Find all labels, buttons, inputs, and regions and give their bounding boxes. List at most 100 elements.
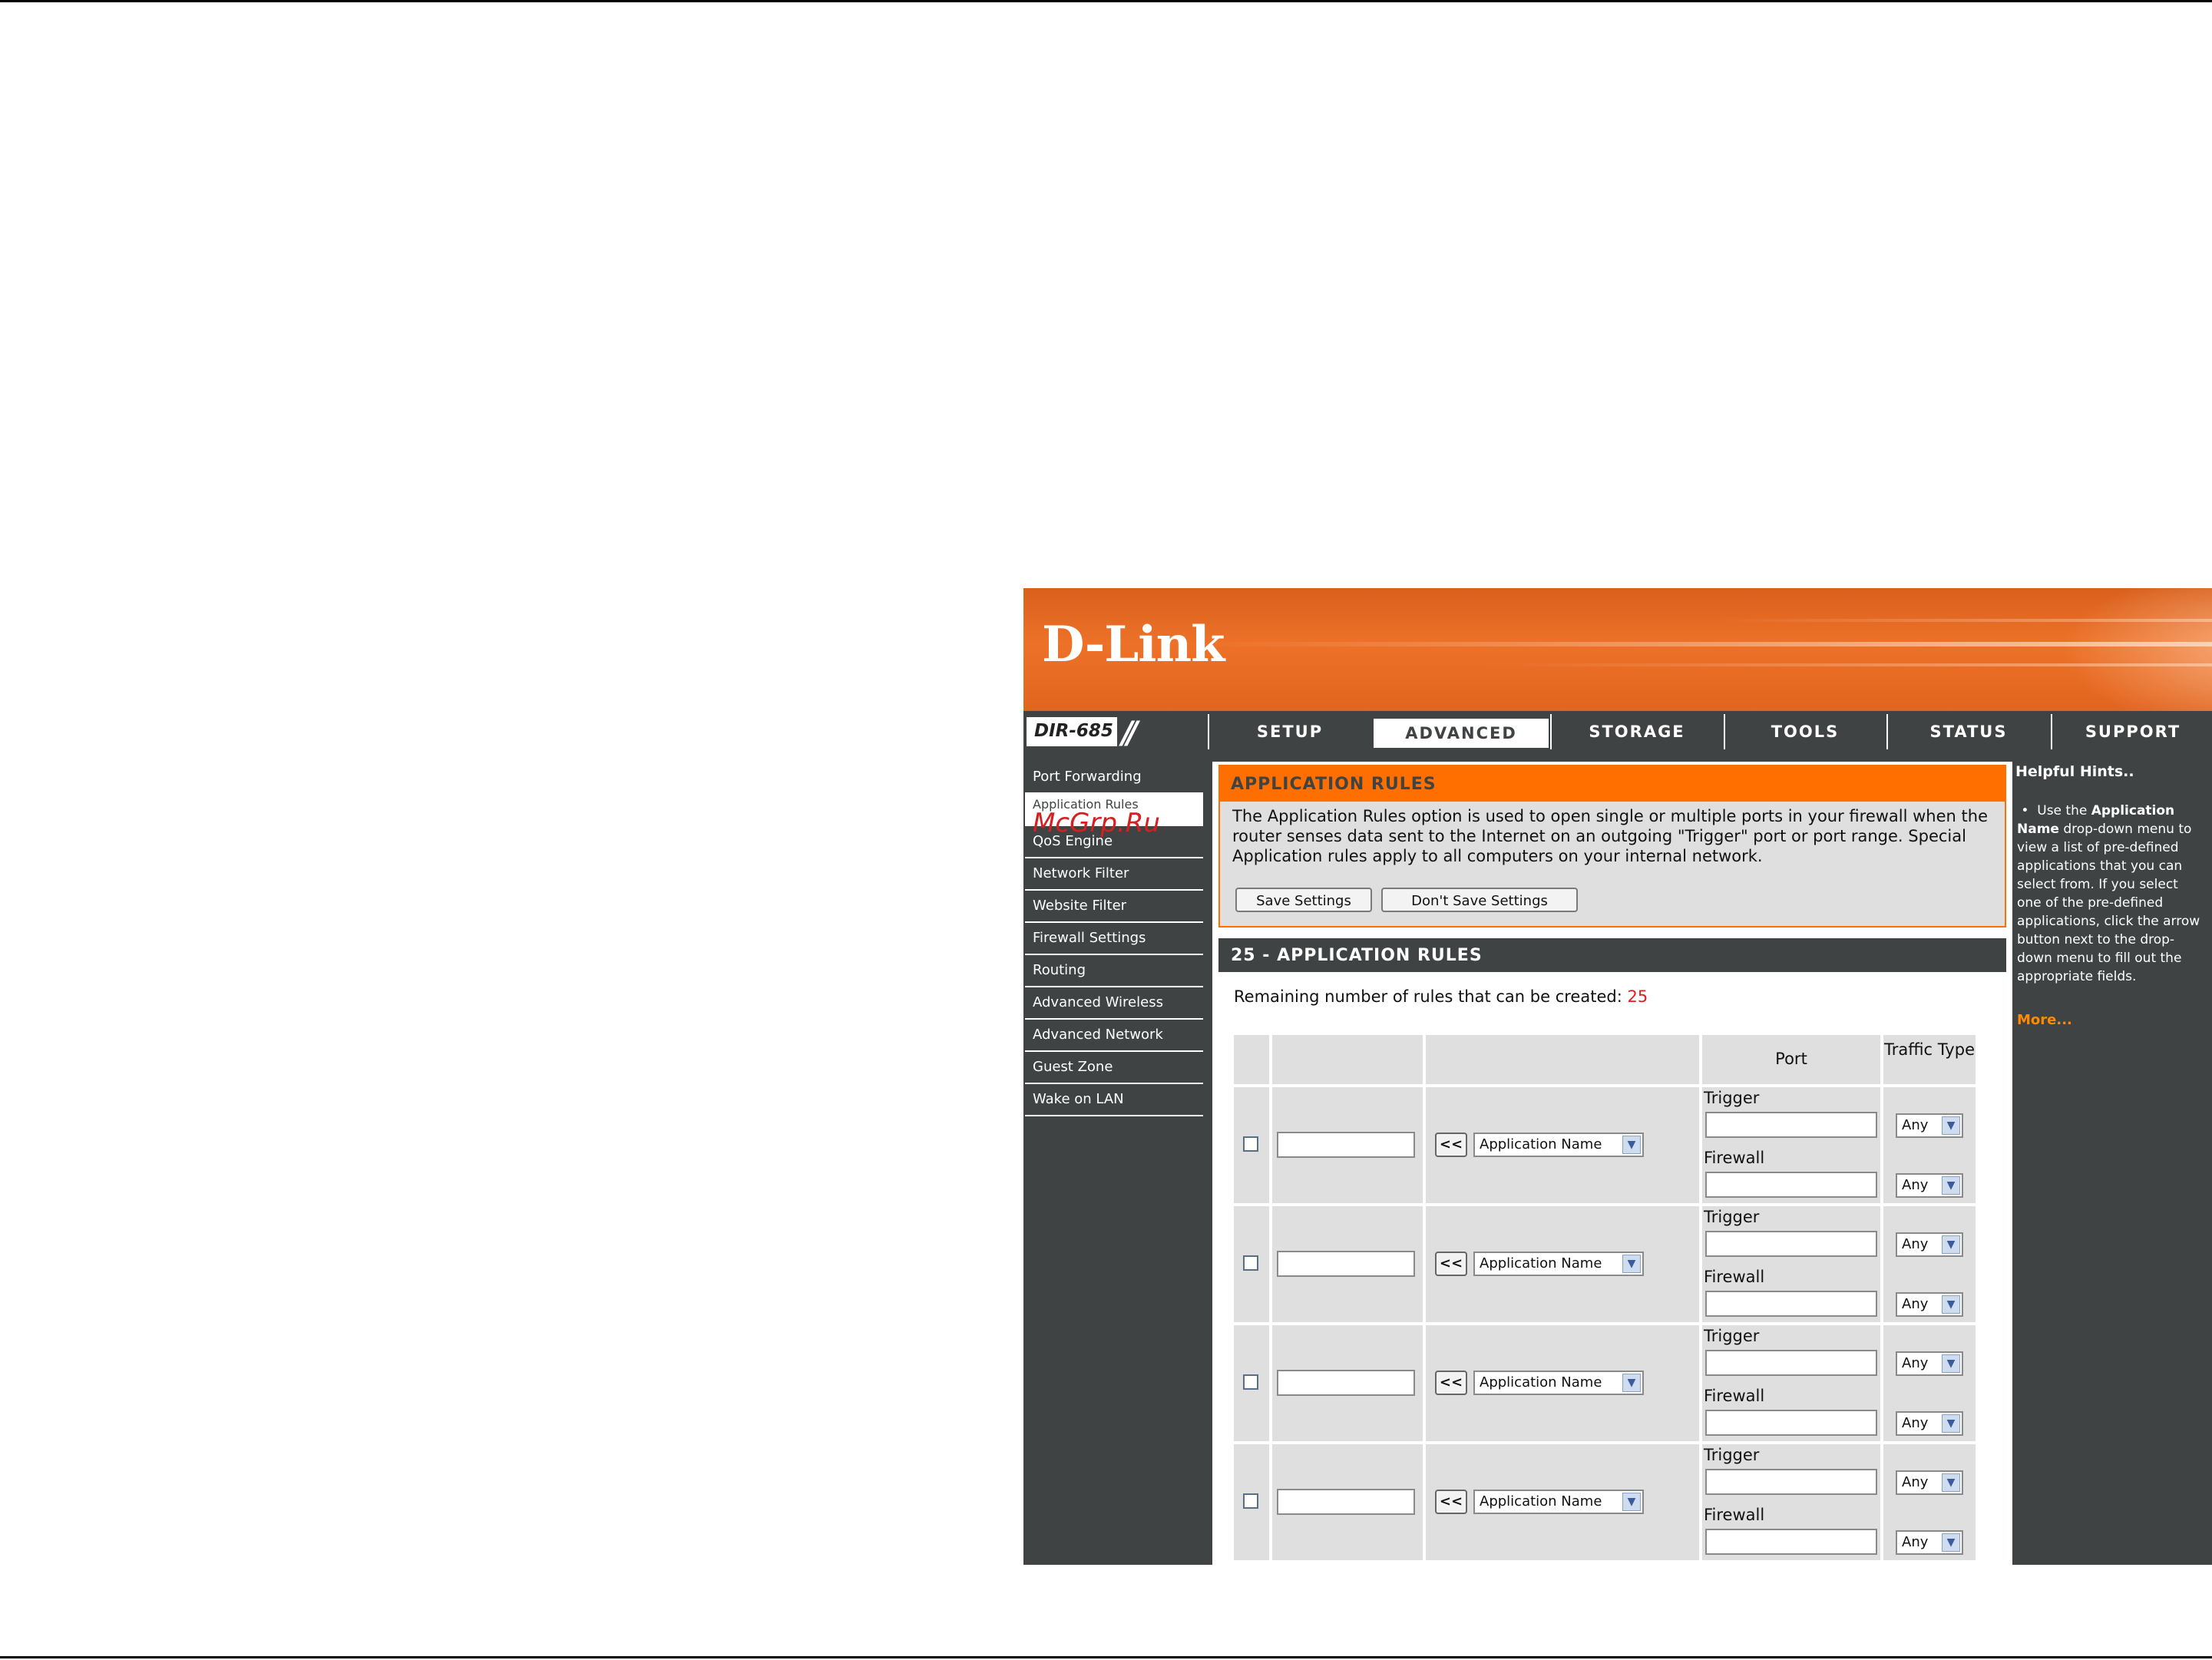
app-name-select-value: Application Name: [1480, 1374, 1602, 1390]
firewall-label: Firewall: [1704, 1506, 1765, 1524]
hints-text: • Use the Application Name drop-down men…: [2017, 802, 2206, 986]
firewall-label: Firewall: [1704, 1387, 1765, 1405]
watermark-text: McGrp.Ru: [1033, 808, 1160, 838]
intro-line-2: router senses data sent to the Internet …: [1232, 827, 1966, 845]
save-settings-button[interactable]: Save Settings: [1235, 888, 1372, 912]
firewall-traffic-value: Any: [1902, 1296, 1929, 1312]
sidebar-item-wake-on-lan[interactable]: Wake on LAN: [1025, 1084, 1203, 1116]
tab-storage[interactable]: STORAGE: [1550, 714, 1722, 749]
intro-line-3: Application rules apply to all computers…: [1232, 847, 1763, 865]
chevron-down-icon: ▼: [1942, 1295, 1960, 1314]
tab-advanced[interactable]: ADVANCED: [1372, 717, 1550, 749]
fill-from-app-button[interactable]: <<: [1435, 1371, 1467, 1395]
rule-enable-checkbox[interactable]: [1243, 1255, 1258, 1271]
rule-name-input[interactable]: [1277, 1489, 1415, 1515]
chevron-down-icon: ▼: [1942, 1354, 1960, 1373]
bottom-rule: [0, 1656, 2212, 1658]
chevron-down-icon: ▼: [1622, 1493, 1641, 1511]
intro-line-1: The Application Rules option is used to …: [1232, 807, 1988, 825]
hint-text-pre: Use the: [2037, 803, 2091, 818]
rule-name-input[interactable]: [1277, 1132, 1415, 1158]
chevron-down-icon: ▼: [1622, 1255, 1641, 1273]
hints-title: Helpful Hints..: [2015, 763, 2134, 780]
fill-from-app-button[interactable]: <<: [1435, 1252, 1467, 1276]
rule-name-input[interactable]: [1277, 1251, 1415, 1277]
hint-bullet: •: [2021, 803, 2029, 818]
firewall-port-input[interactable]: [1705, 1291, 1877, 1317]
trigger-traffic-select[interactable]: Any ▼: [1896, 1351, 1963, 1376]
rules-table: Port Traffic Type << Application Name ▼ Tri…: [1234, 1035, 1979, 1565]
firewall-port-input[interactable]: [1705, 1172, 1877, 1198]
hint-text-post: drop-down menu to view a list of pre-def…: [2017, 822, 2200, 984]
trigger-traffic-select[interactable]: Any ▼: [1896, 1113, 1963, 1138]
router-admin-screenshot: D-Link DIR-685 // SETUP ADVANCED STORAGE TO…: [1023, 588, 2212, 1565]
tab-setup[interactable]: SETUP: [1208, 714, 1371, 749]
header-banner: D-Link: [1023, 588, 2212, 711]
intro-title: APPLICATION RULES: [1220, 766, 2005, 802]
rule-enable-checkbox[interactable]: [1243, 1136, 1258, 1152]
fill-from-app-button[interactable]: <<: [1435, 1133, 1467, 1157]
app-name-select[interactable]: Application Name ▼: [1473, 1490, 1644, 1514]
trigger-label: Trigger: [1704, 1208, 1760, 1226]
trigger-label: Trigger: [1704, 1089, 1760, 1107]
firewall-traffic-select[interactable]: Any ▼: [1896, 1292, 1963, 1317]
sidebar-item-network-filter[interactable]: Network Filter: [1025, 858, 1203, 891]
tab-support[interactable]: SUPPORT: [2051, 714, 2212, 749]
trigger-traffic-value: Any: [1902, 1236, 1929, 1252]
more-link[interactable]: More...: [2017, 1012, 2072, 1028]
tab-status[interactable]: STATUS: [1886, 714, 2049, 749]
trigger-traffic-value: Any: [1902, 1355, 1929, 1371]
top-rule: [0, 0, 2212, 2]
app-name-select[interactable]: Application Name ▼: [1473, 1371, 1644, 1395]
app-name-select-value: Application Name: [1480, 1255, 1602, 1271]
sidebar-item-advanced-network[interactable]: Advanced Network: [1025, 1020, 1203, 1052]
sidebar-item-firewall-settings[interactable]: Firewall Settings: [1025, 923, 1203, 955]
sidebar-item-routing[interactable]: Routing: [1025, 955, 1203, 987]
chevron-down-icon: ▼: [1942, 1116, 1960, 1135]
sidebar-item-website-filter[interactable]: Website Filter: [1025, 891, 1203, 923]
trigger-port-input[interactable]: [1705, 1469, 1877, 1495]
trigger-port-input[interactable]: [1705, 1112, 1877, 1138]
chevron-down-icon: ▼: [1622, 1136, 1641, 1154]
rule-name-input[interactable]: [1277, 1370, 1415, 1396]
firewall-label: Firewall: [1704, 1149, 1765, 1167]
sidebar-item-port-forwarding[interactable]: Port Forwarding: [1025, 762, 1203, 794]
tab-tools[interactable]: TOOLS: [1724, 714, 1885, 749]
chevron-down-icon: ▼: [1942, 1473, 1960, 1492]
main-content: APPLICATION RULES The Application Rules …: [1212, 762, 2012, 1565]
traffic-type-column-header: Traffic Type: [1883, 1040, 1975, 1059]
app-name-select-value: Application Name: [1480, 1493, 1602, 1510]
firewall-traffic-value: Any: [1902, 1177, 1929, 1193]
rules-body: Remaining number of rules that can be cr…: [1218, 972, 2006, 1565]
trigger-traffic-select[interactable]: Any ▼: [1896, 1470, 1963, 1495]
firewall-traffic-select[interactable]: Any ▼: [1896, 1411, 1963, 1436]
chevron-down-icon: ▼: [1942, 1533, 1960, 1552]
firewall-label: Firewall: [1704, 1268, 1765, 1286]
firewall-traffic-value: Any: [1902, 1534, 1929, 1550]
firewall-port-input[interactable]: [1705, 1529, 1877, 1555]
sidebar-item-advanced-wireless[interactable]: Advanced Wireless: [1025, 987, 1203, 1020]
trigger-label: Trigger: [1704, 1327, 1760, 1345]
port-column-header: Port: [1775, 1050, 1807, 1068]
firewall-port-input[interactable]: [1705, 1410, 1877, 1436]
rule-enable-checkbox[interactable]: [1243, 1493, 1258, 1509]
firewall-traffic-value: Any: [1902, 1415, 1929, 1431]
model-label: DIR-685: [1034, 721, 1113, 741]
slash-decoration: //: [1122, 716, 1138, 751]
remaining-count-text: Remaining number of rules that can be cr…: [1234, 987, 1648, 1006]
firewall-traffic-select[interactable]: Any ▼: [1896, 1173, 1963, 1198]
firewall-traffic-select[interactable]: Any ▼: [1896, 1530, 1963, 1555]
sidebar-item-guest-zone[interactable]: Guest Zone: [1025, 1052, 1203, 1084]
app-name-select[interactable]: Application Name ▼: [1473, 1252, 1644, 1276]
trigger-port-input[interactable]: [1705, 1350, 1877, 1376]
rule-enable-checkbox[interactable]: [1243, 1374, 1258, 1390]
fill-from-app-button[interactable]: <<: [1435, 1490, 1467, 1514]
trigger-port-input[interactable]: [1705, 1231, 1877, 1257]
remaining-label: Remaining number of rules that can be cr…: [1234, 987, 1622, 1006]
top-nav: DIR-685 // SETUP ADVANCED STORAGE TOOLS STAT…: [1023, 711, 2212, 752]
app-name-select[interactable]: Application Name ▼: [1473, 1133, 1644, 1157]
dont-save-settings-button[interactable]: Don't Save Settings: [1381, 888, 1578, 912]
rules-panel: 25 - APPLICATION RULES Remaining number …: [1218, 938, 2006, 1565]
trigger-traffic-select[interactable]: Any ▼: [1896, 1232, 1963, 1257]
model-badge: DIR-685: [1027, 717, 1117, 746]
